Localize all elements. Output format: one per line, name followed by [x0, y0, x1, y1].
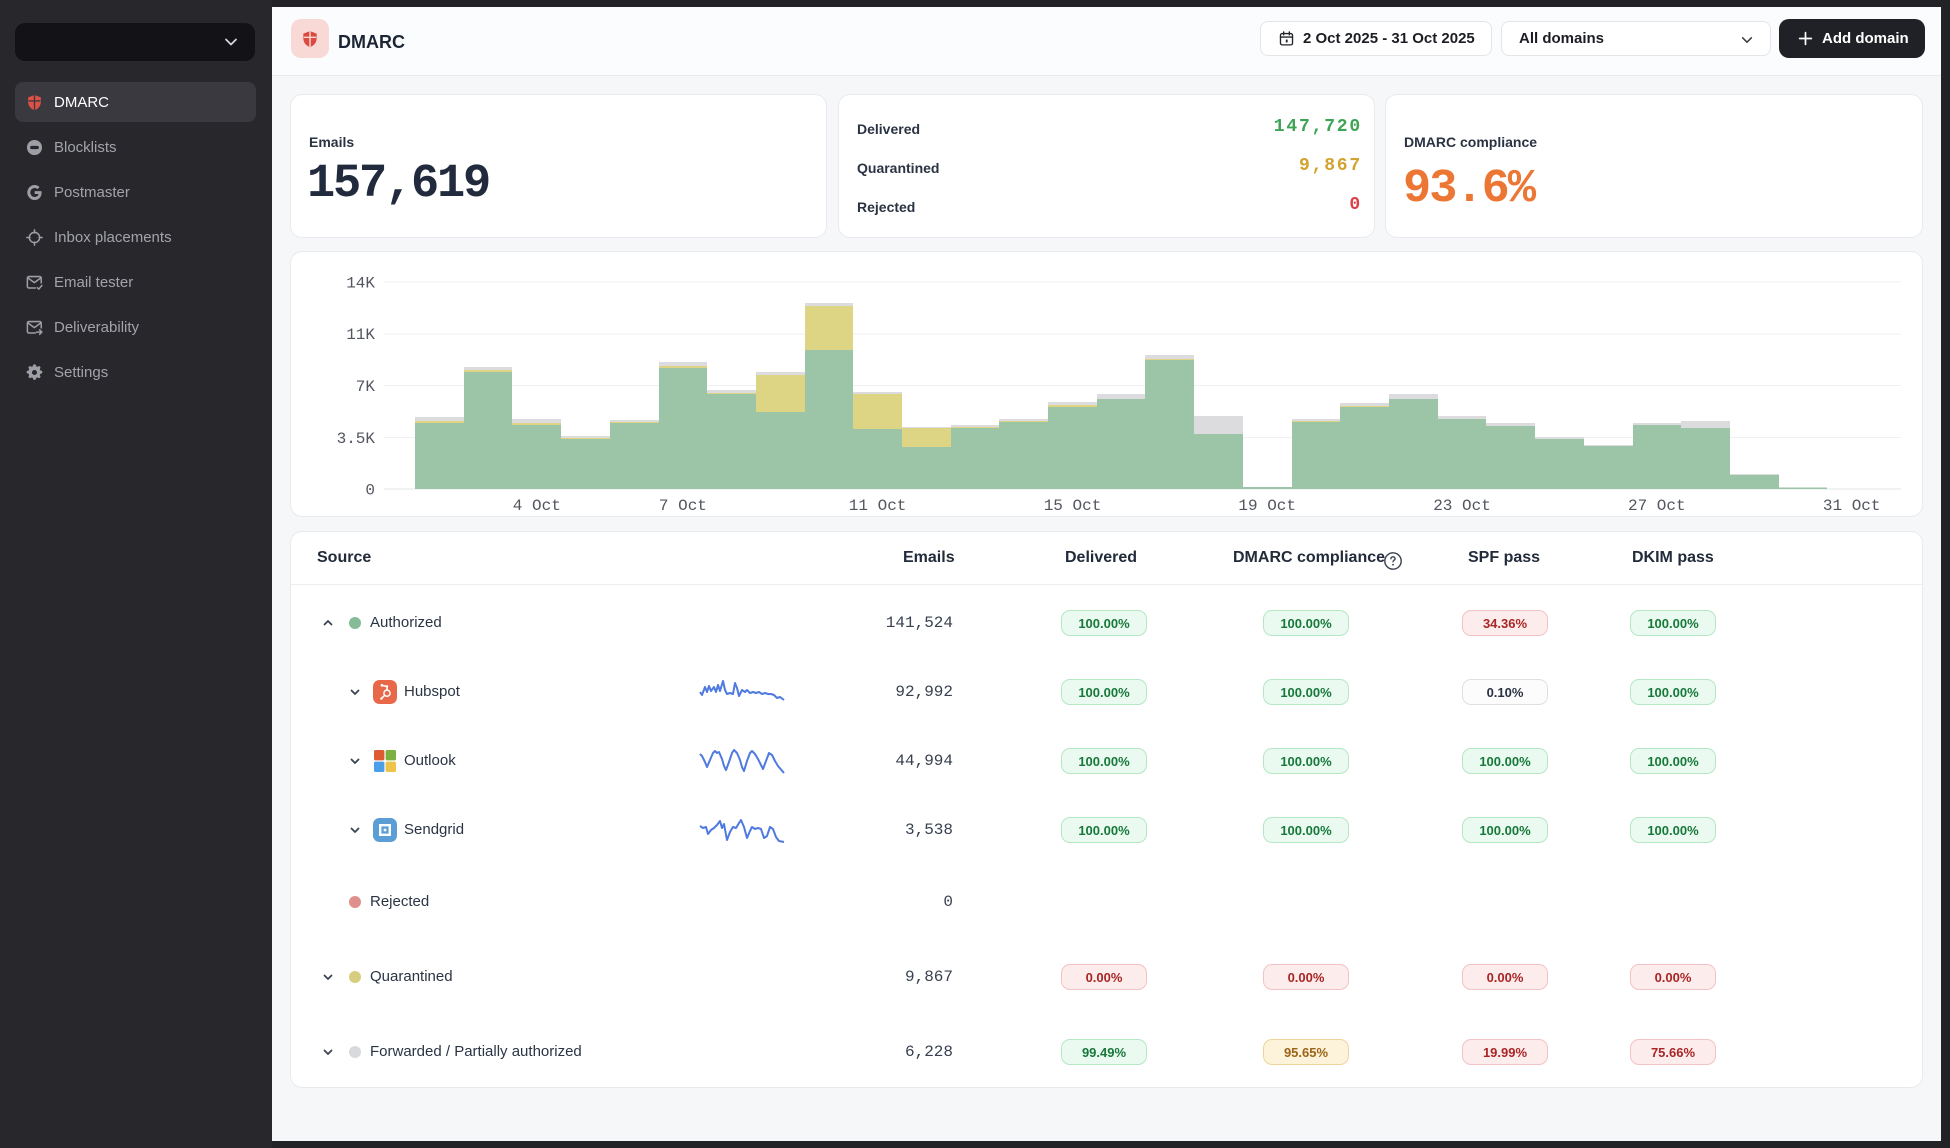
svg-text:7K: 7K: [356, 378, 376, 396]
svg-text:7 Oct: 7 Oct: [659, 497, 707, 515]
svg-text:11K: 11K: [346, 326, 375, 344]
svg-text:15 Oct: 15 Oct: [1044, 497, 1102, 515]
svg-text:0: 0: [365, 482, 375, 500]
svg-text:3.5K: 3.5K: [337, 430, 376, 448]
svg-text:14K: 14K: [346, 275, 375, 293]
svg-text:23 Oct: 23 Oct: [1433, 497, 1491, 515]
svg-text:27 Oct: 27 Oct: [1628, 497, 1686, 515]
svg-text:4 Oct: 4 Oct: [513, 497, 561, 515]
svg-text:19 Oct: 19 Oct: [1238, 497, 1296, 515]
svg-text:31 Oct: 31 Oct: [1823, 497, 1881, 515]
svg-text:11 Oct: 11 Oct: [849, 497, 907, 515]
